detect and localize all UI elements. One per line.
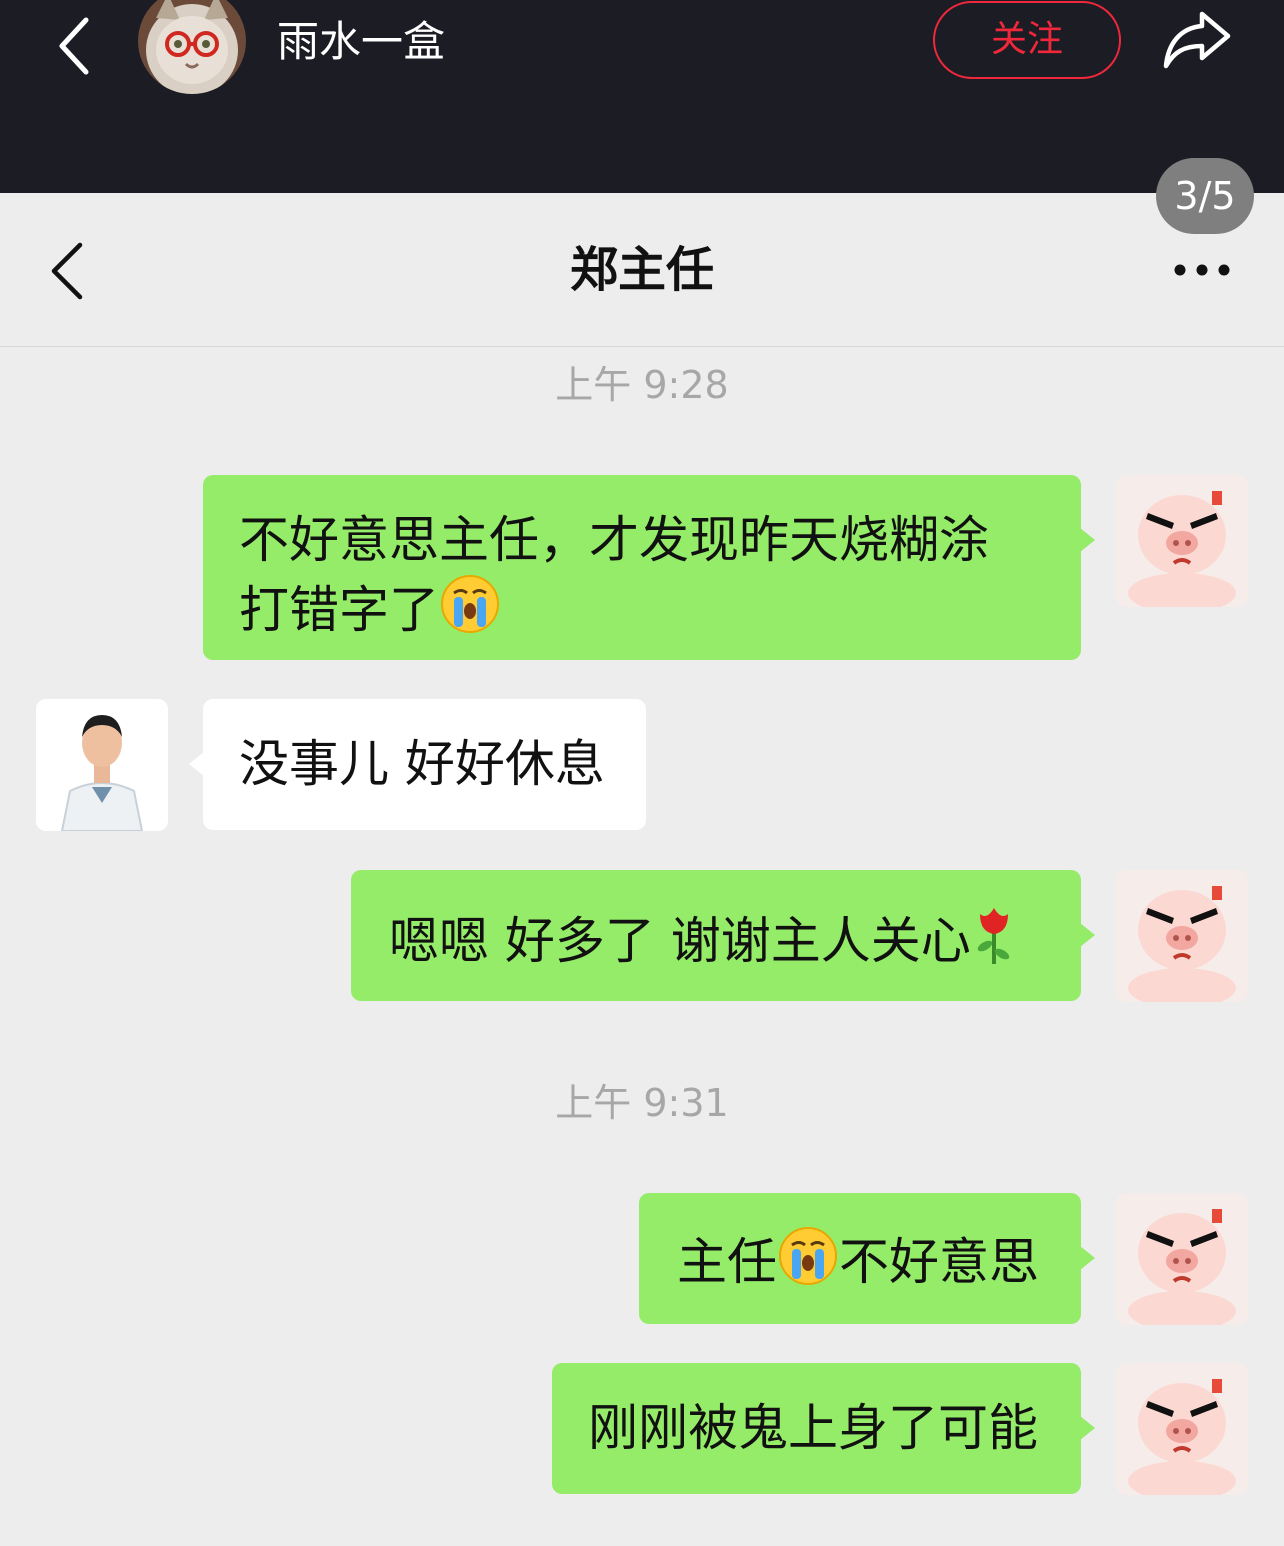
follow-button[interactable]: 关注 [933,1,1121,79]
my-avatar-pig[interactable] [1116,870,1248,1002]
message-bubble-sent[interactable]: 主任 不好意思 [639,1193,1095,1324]
message-text-line: 不好意思主任，才发现昨天烧糊涂 [239,511,989,569]
crying-face-emoji [439,573,501,651]
user-avatar[interactable] [138,0,246,94]
rose-emoji [971,902,1017,982]
message-text: 刚刚被鬼上身了可能 [588,1399,1038,1457]
timestamp: 上午 9:31 [555,1081,729,1125]
contact-avatar-doctor[interactable] [36,699,168,831]
message-bubble-sent[interactable]: 刚刚被鬼上身了可能 [552,1363,1095,1494]
crying-face-emoji [777,1225,839,1303]
my-avatar-pig[interactable] [1116,1193,1248,1325]
app-header: 雨水一盒 关注 [0,0,1284,193]
chat-navigation-bar: 郑主任 [0,193,1284,347]
message-text: 没事儿 好好休息 [239,735,605,793]
username[interactable]: 雨水一盒 [277,12,445,72]
share-icon[interactable] [1160,6,1234,72]
message-text: 打错字了 [239,581,439,639]
message-text-line: 打错字了 [239,573,1045,651]
message-text: 主任 [677,1233,777,1291]
more-icon[interactable] [1170,257,1234,283]
back-icon[interactable] [48,8,108,78]
my-avatar-pig[interactable] [1116,475,1248,607]
chat-title: 郑主任 [569,242,714,298]
my-avatar-pig[interactable] [1116,1363,1248,1495]
message-text: 不好意思 [839,1233,1039,1291]
message-bubble-received[interactable]: 没事儿 好好休息 [189,699,646,830]
message-bubble-sent[interactable]: 嗯嗯 好多了 谢谢主人关心 [351,870,1095,1001]
message-text: 嗯嗯 好多了 谢谢主人关心 [389,912,971,970]
page-indicator: 3/5 [1156,158,1254,234]
message-bubble-sent[interactable]: 不好意思主任，才发现昨天烧糊涂 打错字了 [203,475,1095,660]
timestamp: 上午 9:28 [555,363,729,407]
